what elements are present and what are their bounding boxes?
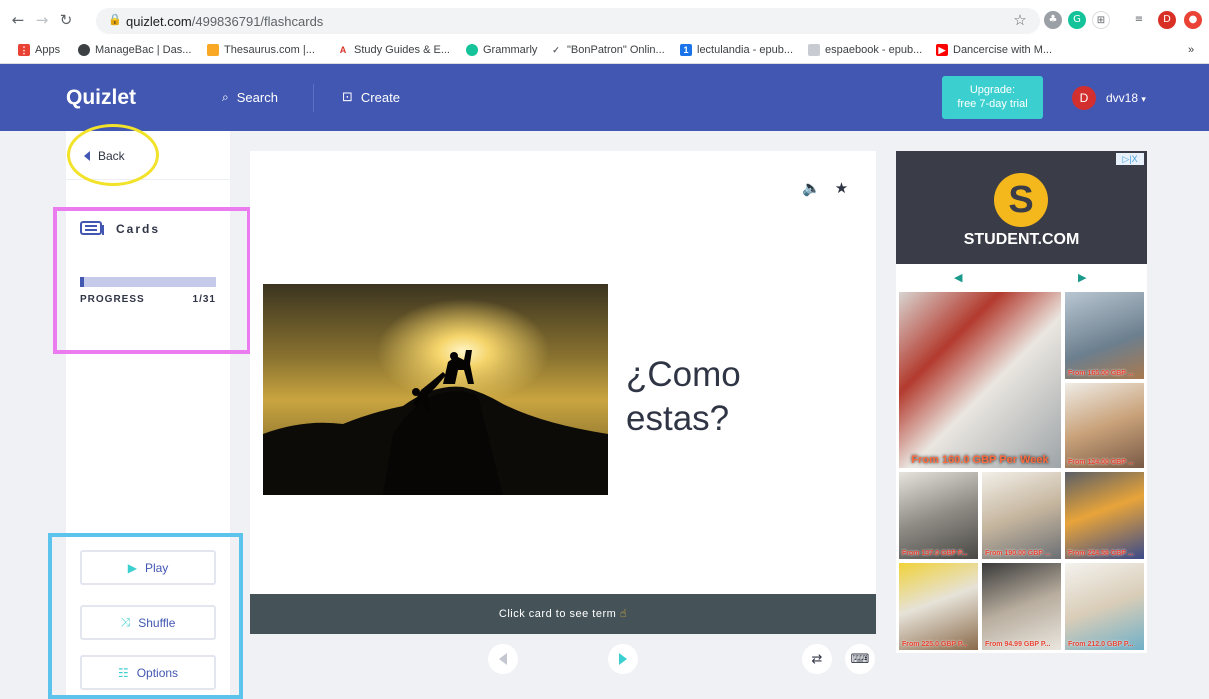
- chevron-down-icon: ▾: [1141, 94, 1146, 104]
- ad-tile-6[interactable]: From 224.58 GBP ...: [1065, 472, 1144, 559]
- bookmark-star-icon[interactable]: ☆: [1012, 12, 1028, 28]
- user-avatar[interactable]: D: [1072, 86, 1096, 110]
- card-image: [263, 284, 608, 495]
- progress-count: 1/31: [192, 294, 216, 305]
- upgrade-button[interactable]: Upgrade: free 7-day trial: [942, 76, 1043, 119]
- cards-icon: [80, 221, 104, 235]
- shuffle-button[interactable]: ⤨ Shuffle: [80, 605, 216, 640]
- flashcard[interactable]: 🔈 ★ ¿Como estas?: [250, 151, 876, 594]
- bookmark-dancercise[interactable]: ▶ Dancercise with M...: [936, 44, 1052, 56]
- play-button[interactable]: ▶ Play: [80, 550, 216, 585]
- youtube-icon: ▶: [936, 44, 948, 56]
- bookmark-thesaurus[interactable]: Thesaurus.com |...: [207, 44, 315, 56]
- flip-hint-bar[interactable]: Click card to see term ☝: [250, 594, 876, 634]
- next-card-button[interactable]: [608, 644, 638, 674]
- espaebook-icon: [808, 44, 820, 56]
- managebac-icon: [78, 44, 90, 56]
- climbers-sunset-image: [263, 284, 608, 495]
- forward-arrow-icon[interactable]: →: [34, 12, 50, 28]
- keyboard-icon: ⌨: [850, 651, 870, 667]
- bookmark-apps[interactable]: ⋮ Apps: [18, 44, 60, 56]
- ad-tile-3[interactable]: From 124.00 GBP ...: [1065, 383, 1144, 468]
- profile-avatar-icon[interactable]: D: [1158, 11, 1176, 29]
- bookmark-grammarly[interactable]: Grammarly: [466, 44, 537, 56]
- bookmarks-bar: ⋮ Apps ManageBac | Das... Thesaurus.com |…: [0, 40, 1209, 64]
- ad-tile-main[interactable]: From 160.0 GBP Per Week: [899, 292, 1061, 468]
- ad-tile-8[interactable]: From 94.99 GBP P...: [982, 563, 1061, 650]
- bonpatron-icon: ✓: [550, 44, 562, 56]
- speaker-icon[interactable]: 🔈: [802, 179, 821, 197]
- bookmarks-overflow[interactable]: »: [1188, 44, 1194, 56]
- ad-next-icon[interactable]: ▶: [1078, 271, 1086, 284]
- back-triangle-icon: [84, 151, 90, 161]
- url-text: quizlet.com/499836791/flashcards: [126, 14, 324, 29]
- extension-icon[interactable]: ♣: [1044, 11, 1062, 29]
- ad-tile-7[interactable]: From 225.0 GBP P...: [899, 563, 978, 650]
- progress-label: PROGRESS: [80, 294, 145, 305]
- card-term: ¿Como estas?: [626, 355, 741, 438]
- mode-cards: Cards: [80, 221, 160, 237]
- study-sidebar: Back Cards PROGRESS 1/31 ▶ Play ⤨ Shuffl…: [66, 131, 230, 699]
- address-bar[interactable]: 🔒 quizlet.com/499836791/flashcards: [96, 8, 1040, 34]
- options-button[interactable]: ☷ Options: [80, 655, 216, 690]
- next-arrow-icon: [619, 653, 627, 665]
- bookmark-study-guides[interactable]: A Study Guides & E...: [337, 44, 450, 56]
- back-arrow-icon[interactable]: ←: [10, 12, 26, 28]
- browser-toolbar: ← → ↻ 🔒 quizlet.com/499836791/flashcards…: [0, 0, 1209, 40]
- search-button[interactable]: ⌕ Search: [222, 90, 278, 105]
- header-divider: [313, 84, 314, 112]
- ad-tile-5[interactable]: From 190.00 GBP ...: [982, 472, 1061, 559]
- apps-grid-icon: ⋮: [18, 44, 30, 56]
- advertisement[interactable]: S STUDENT.COM ▷|X ◀ ▶ From 160.0 GBP Per…: [896, 151, 1147, 653]
- bookmark-lectulandia[interactable]: 1 lectulandia - epub...: [680, 44, 793, 56]
- bookmark-bonpatron[interactable]: ✓ "BonPatron" Onlin...: [550, 44, 665, 56]
- student-com-logo: S: [994, 173, 1048, 227]
- ad-prev-icon[interactable]: ◀: [954, 271, 962, 284]
- bookmark-managebac[interactable]: ManageBac | Das...: [78, 44, 191, 56]
- swap-sides-button[interactable]: ⇄: [802, 644, 832, 674]
- ad-banner: S STUDENT.COM: [896, 151, 1147, 264]
- extension-grid-icon[interactable]: ⊞: [1092, 11, 1110, 29]
- create-plus-icon: ⊡: [342, 90, 353, 105]
- thesaurus-icon: [207, 44, 219, 56]
- play-icon: ▶: [127, 560, 137, 575]
- grammarly-extension-icon[interactable]: G: [1068, 11, 1086, 29]
- reload-icon[interactable]: ↻: [58, 12, 74, 28]
- shuffle-icon: ⤨: [120, 615, 131, 629]
- ad-choices-close-icon[interactable]: ▷|X: [1116, 153, 1144, 165]
- quizlet-logo[interactable]: Quizlet: [66, 86, 136, 110]
- pointing-hand-icon: ☝: [619, 607, 628, 620]
- search-icon: ⌕: [222, 90, 229, 104]
- options-sliders-icon: ☷: [117, 665, 129, 680]
- keyboard-shortcuts-button[interactable]: ⌨: [845, 644, 875, 674]
- ad-brand: STUDENT.COM: [963, 231, 1080, 248]
- ad-tile-2[interactable]: From 165.00 GBP ...: [1065, 292, 1144, 379]
- create-button[interactable]: ⊡ Create: [342, 90, 400, 105]
- extension-red-icon[interactable]: ●: [1184, 11, 1202, 29]
- star-icon[interactable]: ★: [835, 179, 848, 197]
- back-button[interactable]: Back: [84, 149, 125, 163]
- user-menu[interactable]: dvv18 ▾: [1106, 91, 1146, 105]
- ad-tile-9[interactable]: From 212.0 GBP P...: [1065, 563, 1144, 650]
- reading-list-icon[interactable]: ≡: [1130, 11, 1148, 29]
- bookmark-espaebook[interactable]: espaebook - epub...: [808, 44, 922, 56]
- quizlet-header: Quizlet ⌕ Search ⊡ Create Upgrade: free …: [0, 64, 1209, 131]
- lock-icon: 🔒: [108, 13, 122, 26]
- grammarly-icon: [466, 44, 478, 56]
- progress-bar: [80, 277, 216, 287]
- previous-arrow-icon: [499, 653, 507, 665]
- progress-fill: [80, 277, 85, 287]
- previous-card-button[interactable]: [488, 644, 518, 674]
- swap-arrows-icon: ⇄: [811, 651, 823, 667]
- study-guides-icon: A: [337, 44, 349, 56]
- ad-tile-4[interactable]: From 137.0 GBP P...: [899, 472, 978, 559]
- lectulandia-icon: 1: [680, 44, 692, 56]
- sidebar-divider: [66, 179, 230, 180]
